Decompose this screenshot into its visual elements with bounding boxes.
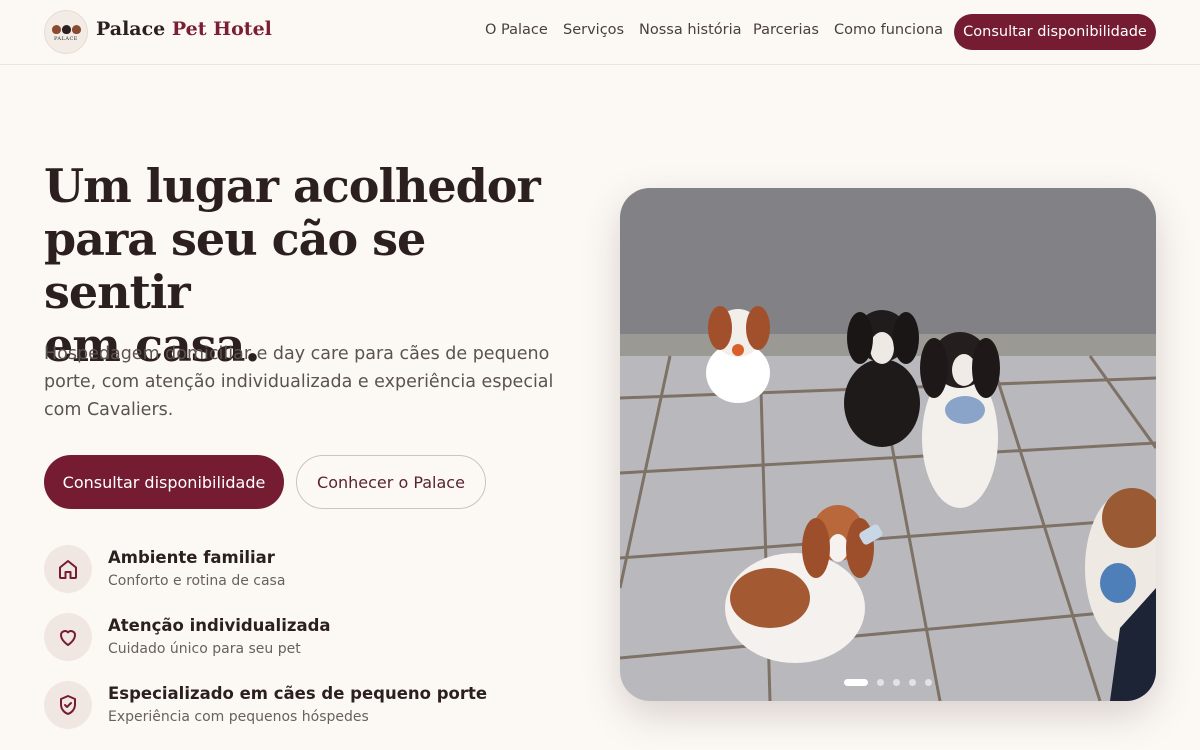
feature-item-ambiente: Ambiente familiar Conforto e rotina de c… bbox=[44, 545, 564, 595]
brand-name-part1: Palace bbox=[96, 18, 166, 40]
logo-badge: PALACE bbox=[44, 10, 88, 54]
brand-name[interactable]: Palace Pet Hotel bbox=[96, 18, 272, 40]
nav-item-como-funciona[interactable]: Como funciona bbox=[834, 22, 943, 38]
feature-desc: Experiência com pequenos hóspedes bbox=[108, 709, 369, 725]
hero-subtitle: Hospedagem domiciliar e day care para cã… bbox=[44, 344, 554, 420]
feature-desc: Cuidado único para seu pet bbox=[108, 641, 301, 657]
nav-item-servicos[interactable]: Serviços bbox=[563, 22, 624, 38]
nav-item-nossa-historia[interactable]: Nossa história bbox=[639, 22, 742, 38]
dog-2 bbox=[844, 310, 920, 447]
nav-item-parcerias[interactable]: Parcerias bbox=[753, 22, 819, 38]
brand-name-part2: Pet Hotel bbox=[171, 18, 272, 40]
logo-text: PALACE bbox=[54, 35, 78, 42]
carousel-dot-1[interactable] bbox=[844, 679, 868, 686]
feature-title: Ambiente familiar bbox=[108, 548, 275, 567]
home-icon bbox=[44, 545, 92, 593]
carousel-dot-2[interactable] bbox=[877, 679, 884, 686]
hero-title-line2: para seu cão se sentir bbox=[44, 212, 426, 319]
logo-dogs-icon bbox=[51, 24, 81, 34]
carousel-dot-4[interactable] bbox=[909, 679, 916, 686]
dog-1 bbox=[706, 306, 770, 403]
logo[interactable]: PALACE bbox=[44, 10, 88, 54]
meet-palace-button[interactable]: Conhecer o Palace bbox=[296, 455, 486, 509]
carousel-dot-5[interactable] bbox=[925, 679, 932, 686]
availability-button[interactable]: Consultar disponibilidade bbox=[44, 455, 284, 509]
carousel-dot-3[interactable] bbox=[893, 679, 900, 686]
feature-title: Especializado em cães de pequeno porte bbox=[108, 684, 488, 703]
carousel-dots bbox=[844, 679, 932, 686]
nav-item-o-palace[interactable]: O Palace bbox=[485, 22, 548, 38]
dogs-photo bbox=[620, 188, 1156, 701]
feature-item-atencao: Atenção individualizada Cuidado único pa… bbox=[44, 613, 564, 663]
heart-icon bbox=[44, 613, 92, 661]
feature-item-especializado: Especializado em cães de pequeno porte E… bbox=[44, 681, 564, 731]
shield-check-icon bbox=[44, 681, 92, 729]
hero-title-line1: Um lugar acolhedor bbox=[44, 159, 541, 213]
feature-title: Atenção individualizada bbox=[108, 616, 331, 635]
hero-photo-carousel[interactable] bbox=[620, 188, 1156, 701]
header-availability-button[interactable]: Consultar disponibilidade bbox=[954, 14, 1156, 50]
site-header: PALACE Palace Pet Hotel O Palace Serviço… bbox=[0, 0, 1200, 65]
feature-desc: Conforto e rotina de casa bbox=[108, 573, 286, 589]
dog-3 bbox=[920, 332, 1000, 508]
